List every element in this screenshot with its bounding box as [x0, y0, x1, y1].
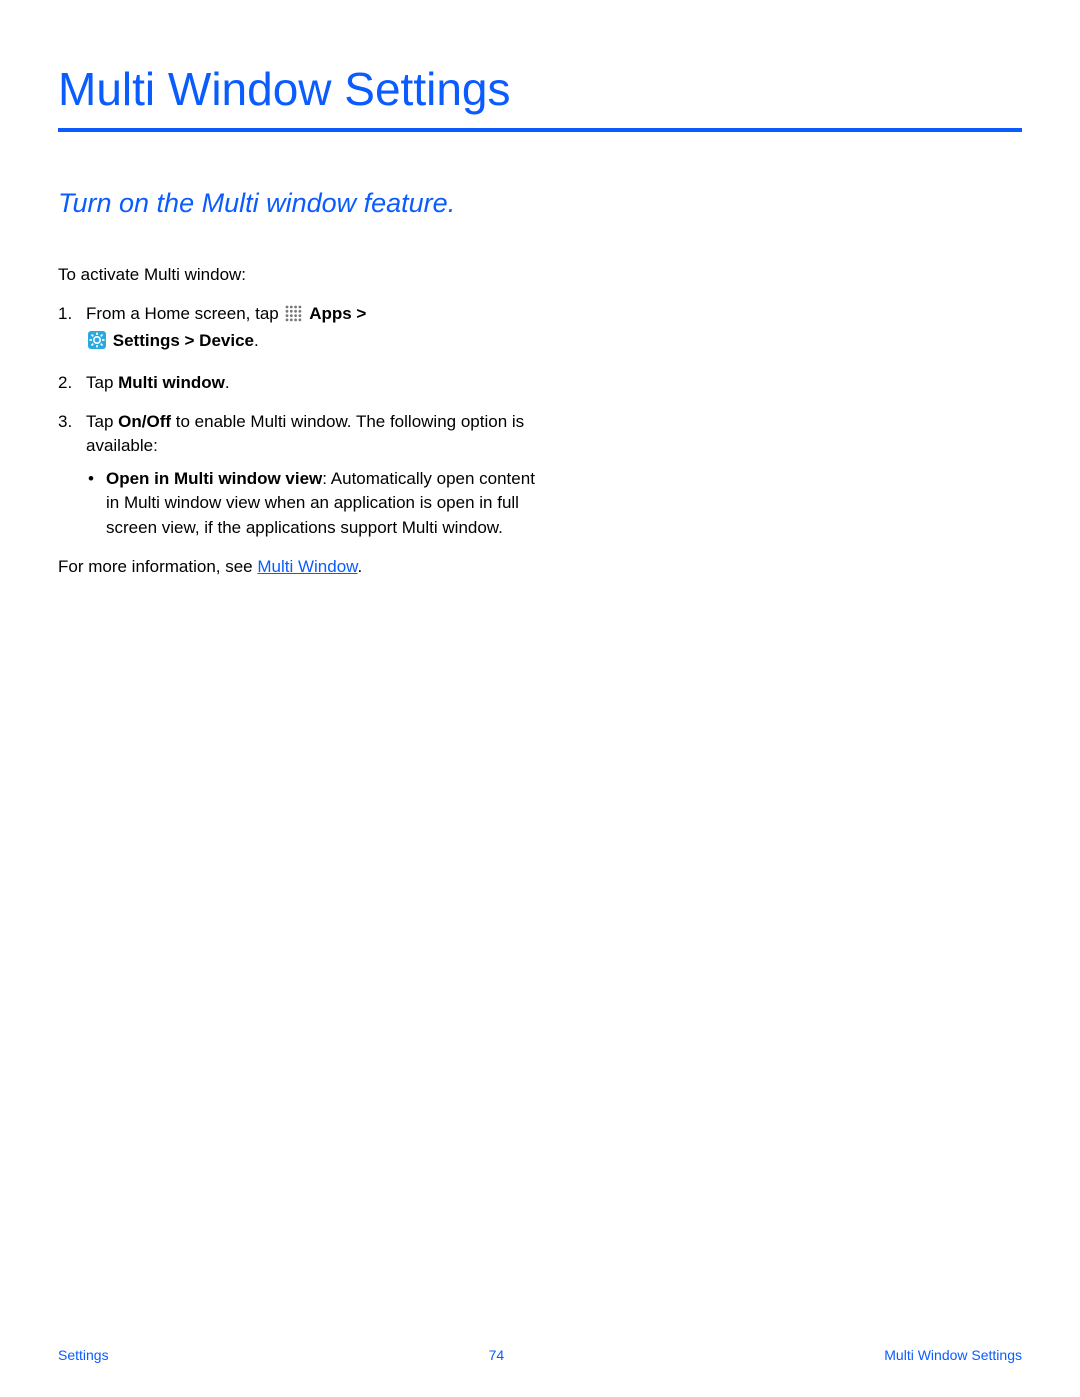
apps-grid-icon	[285, 305, 302, 330]
page-title: Multi Window Settings	[58, 62, 1022, 116]
step-2: Tap Multi window.	[58, 371, 538, 396]
bullet-bold: Open in Multi window view	[106, 469, 322, 488]
more-info: For more information, see Multi Window.	[58, 555, 538, 580]
title-rule	[58, 128, 1022, 132]
more-info-prefix: For more information, see	[58, 557, 257, 576]
step-2-period: .	[225, 373, 230, 392]
more-info-period: .	[358, 557, 363, 576]
step-3-bullets: Open in Multi window view: Automatically…	[86, 467, 538, 541]
steps-list: From a Home screen, tap Apps >	[58, 302, 538, 541]
step-3: Tap On/Off to enable Multi window. The f…	[58, 410, 538, 541]
step-1-prefix: From a Home screen, tap	[86, 304, 283, 323]
step-1-settings: Settings > Device	[113, 331, 254, 350]
step-1-period: .	[254, 331, 259, 350]
footer-left: Settings	[58, 1347, 109, 1363]
step-2-bold: Multi window	[118, 373, 225, 392]
step-1: From a Home screen, tap Apps >	[58, 302, 538, 357]
page-footer: Settings 74 Multi Window Settings	[58, 1347, 1022, 1363]
step-3-bold: On/Off	[118, 412, 171, 431]
footer-right: Multi Window Settings	[884, 1347, 1022, 1363]
step-3-prefix: Tap	[86, 412, 118, 431]
intro-text: To activate Multi window:	[58, 263, 538, 288]
settings-gear-icon	[88, 331, 106, 357]
multi-window-link[interactable]: Multi Window	[257, 557, 357, 576]
page-subtitle: Turn on the Multi window feature.	[58, 188, 1022, 219]
step-1-apps: Apps >	[309, 304, 366, 323]
body-content: To activate Multi window: From a Home sc…	[58, 263, 538, 579]
bullet-open-in-multi: Open in Multi window view: Automatically…	[86, 467, 538, 541]
step-2-prefix: Tap	[86, 373, 118, 392]
footer-page-number: 74	[489, 1347, 505, 1363]
